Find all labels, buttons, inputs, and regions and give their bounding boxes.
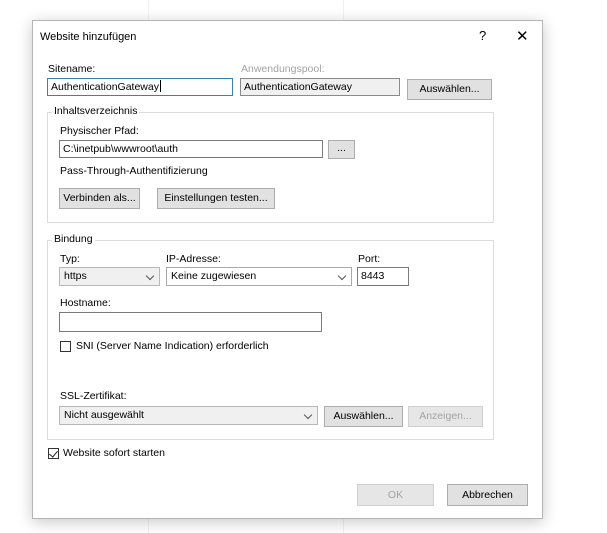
- passthrough-auth-label: Pass-Through-Authentifizierung: [60, 165, 208, 177]
- binding-legend: Bindung: [52, 233, 95, 245]
- app-pool-label: Anwendungspool:: [241, 63, 325, 75]
- chevron-down-icon: [145, 271, 155, 281]
- ip-address-value: Keine zugewiesen: [171, 270, 257, 282]
- start-immediately-checkbox[interactable]: [48, 448, 59, 459]
- close-icon[interactable]: ✕: [516, 27, 529, 45]
- site-name-value: AuthenticationGateway: [51, 81, 159, 93]
- ssl-view-button[interactable]: Anzeigen...: [408, 406, 483, 427]
- ssl-certificate-select[interactable]: Nicht ausgewählt: [59, 406, 318, 425]
- ssl-select-button[interactable]: Auswählen...: [324, 406, 403, 427]
- ok-button[interactable]: OK: [357, 484, 434, 506]
- text-caret: [159, 80, 161, 92]
- port-input[interactable]: 8443: [357, 267, 409, 286]
- type-label: Typ:: [60, 253, 80, 265]
- ip-address-label: IP-Adresse:: [166, 253, 221, 265]
- help-icon[interactable]: ?: [479, 28, 486, 43]
- browse-path-button[interactable]: ...: [328, 140, 355, 159]
- site-name-input[interactable]: AuthenticationGateway: [47, 78, 233, 96]
- physical-path-input[interactable]: C:\inetpub\wwwroot\auth: [59, 140, 323, 158]
- cancel-button[interactable]: Abbrechen: [447, 484, 528, 506]
- dialog-title: Website hinzufügen: [40, 31, 137, 43]
- type-value: https: [64, 270, 87, 282]
- app-pool-select-button[interactable]: Auswählen...: [407, 79, 492, 100]
- ssl-certificate-value: Nicht ausgewählt: [64, 409, 144, 421]
- sni-checkbox[interactable]: [60, 341, 71, 352]
- content-directory-legend: Inhaltsverzeichnis: [52, 105, 140, 117]
- start-immediately-label: Website sofort starten: [63, 447, 165, 459]
- connect-as-button[interactable]: Verbinden als...: [59, 188, 140, 209]
- port-label: Port:: [358, 253, 381, 265]
- test-settings-button[interactable]: Einstellungen testen...: [157, 188, 275, 209]
- app-pool-field: AuthenticationGateway: [240, 78, 400, 96]
- hostname-input[interactable]: [59, 312, 322, 332]
- chevron-down-icon: [337, 271, 347, 281]
- sni-label: SNI (Server Name Indication) erforderlic…: [76, 340, 269, 352]
- chevron-down-icon: [303, 410, 313, 420]
- hostname-label: Hostname:: [60, 297, 111, 309]
- ip-address-select[interactable]: Keine zugewiesen: [166, 267, 352, 286]
- site-name-label: Sitename:: [48, 63, 96, 75]
- physical-path-label: Physischer Pfad:: [60, 125, 139, 137]
- add-website-dialog: Website hinzufügen ? ✕ Sitename: Authent…: [32, 20, 543, 519]
- type-select[interactable]: https: [59, 267, 160, 286]
- checkmark-icon: [49, 448, 58, 458]
- ssl-certificate-label: SSL-Zertifikat:: [60, 390, 127, 402]
